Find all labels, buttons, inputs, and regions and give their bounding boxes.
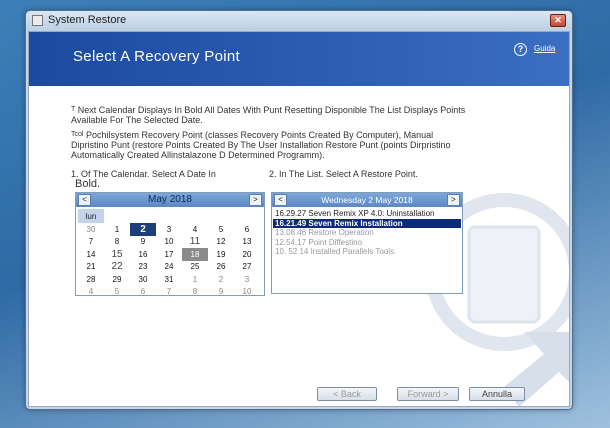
weekday-header-row: lun Tue Wed Thu Fri Sat Sun: [78, 209, 260, 223]
calendar-day-cell[interactable]: 8: [104, 236, 130, 249]
calendar-day-cell[interactable]: 13: [234, 236, 260, 249]
weekday-header: Wed: [130, 209, 156, 223]
calendar-day-cell[interactable]: 19: [208, 248, 234, 261]
calendar-week-row: 7 8 9 10 11 12 13: [78, 236, 260, 249]
calendar-day-cell[interactable]: 7: [156, 286, 182, 299]
restore-point-item[interactable]: 16.29.27 Seven Remix XP 4.0: Uninstallat…: [273, 209, 461, 219]
calendar-day-cell[interactable]: 6: [234, 223, 260, 236]
restore-point-list: Wednesday 2 May 2018 < > 16.29.27 Seven …: [271, 192, 463, 294]
restore-point-item[interactable]: 13.08.46 Restore Operation: [273, 228, 461, 238]
calendar-day-cell[interactable]: 12: [208, 236, 234, 249]
calendar-week-row: 28 29 30 31 1 2 3: [78, 273, 260, 286]
paragraph-2-text: Pochilsystem Recovery Point (classes Rec…: [71, 130, 451, 160]
description-paragraph-1: T Next Calendar Displays In Bold All Dat…: [71, 105, 471, 125]
title-bar[interactable]: System Restore ✕: [26, 11, 572, 31]
restore-point-item[interactable]: 12.54.17 Point Diffestino: [273, 238, 461, 248]
back-button[interactable]: < Back: [317, 387, 377, 401]
page-title: Select A Recovery Point: [73, 48, 240, 65]
calendar-day-cell[interactable]: 10: [234, 286, 260, 299]
list-prev-button[interactable]: <: [274, 194, 287, 206]
weekday-header: Sat: [211, 209, 230, 223]
calendar-day-cell[interactable]: 3: [156, 223, 182, 236]
forward-button[interactable]: Forward >: [397, 387, 459, 401]
description-paragraph-2: Tcol Pochilsystem Recovery Point (classe…: [71, 130, 471, 160]
paragraph-1-marker: T: [71, 106, 76, 113]
calendar-day-cell[interactable]: 21: [78, 261, 104, 274]
cancel-button[interactable]: Annulla: [469, 387, 525, 401]
calendar-day-cell[interactable]: 30: [78, 223, 104, 236]
weekday-header: Fri: [188, 209, 202, 223]
calendar-day-cell[interactable]: 8: [182, 286, 208, 299]
calendar-day-cell[interactable]: 26: [208, 261, 234, 274]
list-next-button[interactable]: >: [447, 194, 460, 206]
calendar-day-cell[interactable]: 2: [208, 273, 234, 286]
calendar-day-cell[interactable]: 30: [130, 273, 156, 286]
wizard-client-area: Select A Recovery Point ? Guida T Next C…: [28, 31, 570, 407]
system-restore-window: System Restore ✕ Select A Recovery Point…: [25, 10, 573, 410]
calendar-day-cell[interactable]: 17: [156, 248, 182, 261]
calendar-day-cell[interactable]: 5: [104, 286, 130, 299]
calendar-header: May 2018 < >: [76, 193, 264, 207]
calendar-week-row: 21 22 23 24 25 26 27: [78, 261, 260, 274]
date-calendar: May 2018 < > lun Tue Wed Thu Fri Sat Sun 30 1 2 3…: [75, 192, 265, 296]
paragraph-2-marker: Tcol: [71, 131, 84, 138]
list-date-label: Wednesday 2 May 2018: [321, 195, 413, 205]
calendar-day-cell[interactable]: 4: [78, 286, 104, 299]
calendar-month-label: May 2018: [148, 194, 192, 205]
calendar-day-cell[interactable]: 7: [78, 236, 104, 249]
window-title: System Restore: [48, 14, 127, 26]
calendar-day-cell[interactable]: 25: [182, 261, 208, 274]
close-button[interactable]: ✕: [550, 14, 566, 27]
calendar-day-cell[interactable]: 24: [156, 261, 182, 274]
weekday-header: Sun: [236, 209, 258, 223]
weekday-header: Tue: [106, 209, 128, 223]
header-banner: Select A Recovery Point ? Guida: [29, 32, 569, 86]
calendar-day-cell[interactable]: 28: [78, 273, 104, 286]
calendar-day-cell[interactable]: 18: [182, 248, 208, 261]
calendar-day-cell[interactable]: 6: [130, 286, 156, 299]
app-icon: [32, 15, 43, 26]
calendar-day-cell[interactable]: 31: [156, 273, 182, 286]
calendar-prev-month-button[interactable]: <: [78, 194, 91, 206]
calendar-week-row: 14 15 16 17 18 19 20: [78, 248, 260, 261]
calendar-day-cell[interactable]: 16: [130, 248, 156, 261]
calendar-day-cell[interactable]: 1: [104, 223, 130, 236]
help-link[interactable]: Guida: [534, 44, 555, 53]
calendar-day-cell[interactable]: 22: [104, 261, 130, 274]
calendar-day-cell[interactable]: 3: [234, 273, 260, 286]
restore-point-items: 16.29.27 Seven Remix XP 4.0: Uninstallat…: [273, 209, 461, 257]
calendar-week-row: 30 1 2 3 4 5 6: [78, 223, 260, 236]
calendar-day-cell[interactable]: 5: [208, 223, 234, 236]
list-header: Wednesday 2 May 2018 < >: [272, 193, 462, 207]
calendar-day-cell[interactable]: 9: [208, 286, 234, 299]
calendar-day-cell[interactable]: 1: [182, 273, 208, 286]
weekday-header: lun: [78, 209, 104, 223]
step-1-bold-word: Bold.: [75, 178, 101, 190]
restore-point-item[interactable]: 16.21.49 Seven Remix Installation: [273, 218, 461, 228]
calendar-day-cell[interactable]: 15: [104, 248, 130, 261]
calendar-day-cell[interactable]: 14: [78, 248, 104, 261]
restore-point-item[interactable]: 10. 52 14 Installed Parallels Tools.: [273, 247, 461, 257]
calendar-day-cell[interactable]: 9: [130, 236, 156, 249]
calendar-day-cell[interactable]: 11: [182, 236, 208, 249]
paragraph-1-text: Next Calendar Displays In Bold All Dates…: [71, 105, 466, 125]
calendar-day-cell[interactable]: 29: [104, 273, 130, 286]
calendar-day-cell[interactable]: 27: [234, 261, 260, 274]
calendar-day-cell[interactable]: 2: [130, 223, 156, 236]
calendar-day-cell[interactable]: 20: [234, 248, 260, 261]
calendar-day-cell[interactable]: 10: [156, 236, 182, 249]
calendar-day-cell[interactable]: 4: [182, 223, 208, 236]
calendar-next-month-button[interactable]: >: [249, 194, 262, 206]
step-2-label: 2. In The List. Select A Restore Point.: [269, 169, 418, 179]
calendar-week-row: 4 5 6 7 8 9 10: [78, 286, 260, 299]
calendar-day-cell[interactable]: 23: [130, 261, 156, 274]
help-icon[interactable]: ?: [514, 43, 527, 56]
calendar-grid: lun Tue Wed Thu Fri Sat Sun 30 1 2 3 4 5 6 7 8 9 10 11 12 1…: [78, 209, 260, 298]
weekday-header: Thu: [158, 209, 180, 223]
